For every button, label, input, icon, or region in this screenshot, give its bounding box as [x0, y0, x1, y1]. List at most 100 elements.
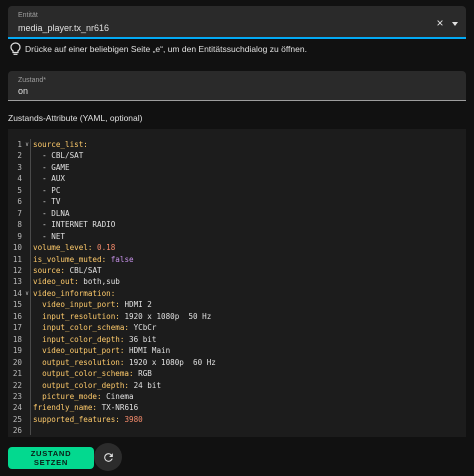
code-line[interactable]: 24 friendly_name: TX-NR616 — [8, 402, 216, 413]
code-line[interactable]: 12 source: CBL/SAT — [8, 265, 216, 276]
code-text[interactable]: source_list: — [32, 139, 88, 150]
code-text[interactable]: input_color_schema: YCbCr — [32, 322, 156, 333]
attributes-label: Zustands-Attribute (YAML, optional) — [8, 113, 143, 123]
code-text[interactable]: supported_features: 3980 — [32, 414, 143, 425]
code-line[interactable]: 3 - GAME — [8, 162, 216, 173]
line-number: 26 — [12, 426, 22, 436]
yaml-value: - DLNA — [33, 208, 70, 218]
code-text[interactable]: - PC — [32, 185, 60, 196]
code-text[interactable]: - CBL/SAT — [32, 150, 83, 161]
code-text[interactable]: output_resolution: 1920 x 1080p 60 Hz — [32, 357, 216, 368]
lightbulb-icon — [10, 42, 21, 55]
fold-chevron-icon[interactable]: ∨ — [22, 139, 32, 150]
code-line[interactable]: 5 - PC — [8, 185, 216, 196]
code-line[interactable]: 20 output_resolution: 1920 x 1080p 60 Hz — [8, 357, 216, 368]
code-line[interactable]: 18 input_color_depth: 36 bit — [8, 334, 216, 345]
hint-text: Drücke auf einer beliebigen Seite „e“, u… — [25, 44, 307, 54]
code-text[interactable]: output_color_schema: RGB — [32, 368, 152, 379]
code-line[interactable]: 14 ∨ video_information: — [8, 288, 216, 299]
code-text[interactable]: output_color_depth: 24 bit — [32, 380, 161, 391]
state-field[interactable]: Zustand* on — [8, 71, 466, 101]
yaml-key: source_list: — [33, 140, 88, 149]
code-text[interactable]: picture_mode: Cinema — [32, 391, 133, 402]
dropdown-arrow-icon[interactable] — [452, 22, 458, 26]
line-number: 1 — [17, 140, 22, 149]
code-line[interactable]: 1 ∨ source_list: — [8, 139, 216, 150]
code-line[interactable]: 11 is_volume_muted: false — [8, 254, 216, 265]
code-text[interactable]: - AUX — [32, 173, 65, 184]
yaml-value: - TV — [33, 197, 61, 207]
fold-chevron-icon[interactable]: ∨ — [22, 288, 32, 299]
entity-field[interactable]: Entität media_player.tx_nr616 × — [8, 6, 466, 39]
code-line[interactable]: 17 input_color_schema: YCbCr — [8, 322, 216, 333]
code-text[interactable]: video_out: both,sub — [32, 276, 120, 287]
code-line[interactable]: 4 - AUX — [8, 173, 216, 184]
code-text[interactable] — [32, 425, 33, 436]
yaml-value: 1920 x 1080p 50 Hz — [119, 311, 212, 321]
set-state-button[interactable]: ZUSTAND SETZEN — [8, 447, 94, 469]
code-line[interactable]: 26 — [8, 425, 216, 436]
yaml-key: input_color_schema: — [33, 323, 130, 333]
line-number: 25 — [12, 414, 22, 424]
code-line[interactable]: 23 picture_mode: Cinema — [8, 391, 216, 402]
yaml-value: 3980 — [119, 414, 143, 424]
code-line[interactable]: 10 volume_level: 0.18 — [8, 242, 216, 253]
entity-field-value[interactable]: media_player.tx_nr616 — [18, 23, 109, 33]
code-line[interactable]: 6 - TV — [8, 196, 216, 207]
code-text[interactable]: input_color_depth: 36 bit — [32, 334, 156, 345]
code-text[interactable]: source: CBL/SAT — [32, 265, 102, 276]
code-line[interactable]: 7 - DLNA — [8, 208, 216, 219]
code-lines[interactable]: 1 ∨ source_list: 2 - CBL/SAT 3 - GAME 4 - AUX… — [8, 139, 216, 437]
line-number: 24 — [12, 403, 22, 413]
code-line[interactable]: 19 video_output_port: HDMI Main — [8, 345, 216, 356]
yaml-value: 24 bit — [129, 380, 162, 390]
code-text[interactable]: is_volume_muted: false — [32, 254, 134, 265]
yaml-key: video_output_port: — [33, 346, 125, 356]
code-line[interactable]: 9 - NET — [8, 231, 216, 242]
yaml-key: input_color_depth: — [33, 334, 125, 344]
code-text[interactable]: video_output_port: HDMI Main — [32, 345, 170, 356]
code-text[interactable]: friendly_name: TX-NR616 — [32, 402, 138, 413]
code-line[interactable]: 25 supported_features: 3980 — [8, 414, 216, 425]
line-number: 4 — [17, 174, 22, 184]
line-number: 11 — [12, 254, 22, 264]
yaml-value: 0.18 — [92, 243, 116, 253]
yaml-key: volume_level: — [33, 243, 93, 253]
code-text[interactable]: - GAME — [32, 162, 69, 173]
line-number: 15 — [12, 300, 22, 310]
line-number: 8 — [17, 220, 22, 230]
code-text[interactable]: - TV — [32, 196, 60, 207]
line-number: 12 — [12, 265, 22, 275]
code-text[interactable]: - INTERNET RADIO — [32, 219, 115, 230]
state-field-value[interactable]: on — [18, 86, 28, 96]
clear-icon[interactable]: × — [435, 17, 445, 29]
code-line[interactable]: 21 output_color_schema: RGB — [8, 368, 216, 379]
code-text[interactable]: - NET — [32, 231, 65, 242]
code-line[interactable]: 2 - CBL/SAT — [8, 150, 216, 161]
yaml-value: YCbCr — [129, 323, 157, 333]
code-text[interactable]: input_resolution: 1920 x 1080p 50 Hz — [32, 311, 211, 322]
line-number: 21 — [12, 369, 22, 379]
code-line[interactable]: 13 video_out: both,sub — [8, 276, 216, 287]
yaml-value: TX-NR616 — [97, 403, 139, 413]
yaml-editor[interactable]: 1 ∨ source_list: 2 - CBL/SAT 3 - GAME 4 - AUX… — [8, 129, 466, 437]
code-text[interactable]: volume_level: 0.18 — [32, 242, 115, 253]
yaml-key: video_out: — [33, 277, 79, 287]
refresh-button[interactable] — [94, 443, 122, 471]
code-line[interactable]: 8 - INTERNET RADIO — [8, 219, 216, 230]
code-line[interactable]: 15 video_input_port: HDMI 2 — [8, 299, 216, 310]
code-line[interactable]: 22 output_color_depth: 24 bit — [8, 380, 216, 391]
code-line[interactable]: 16 input_resolution: 1920 x 1080p 50 Hz — [8, 311, 216, 322]
code-text[interactable]: video_information: — [32, 288, 115, 299]
code-text[interactable]: video_input_port: HDMI 2 — [32, 299, 152, 310]
code-text[interactable]: - DLNA — [32, 208, 70, 219]
line-number: 23 — [12, 391, 22, 401]
